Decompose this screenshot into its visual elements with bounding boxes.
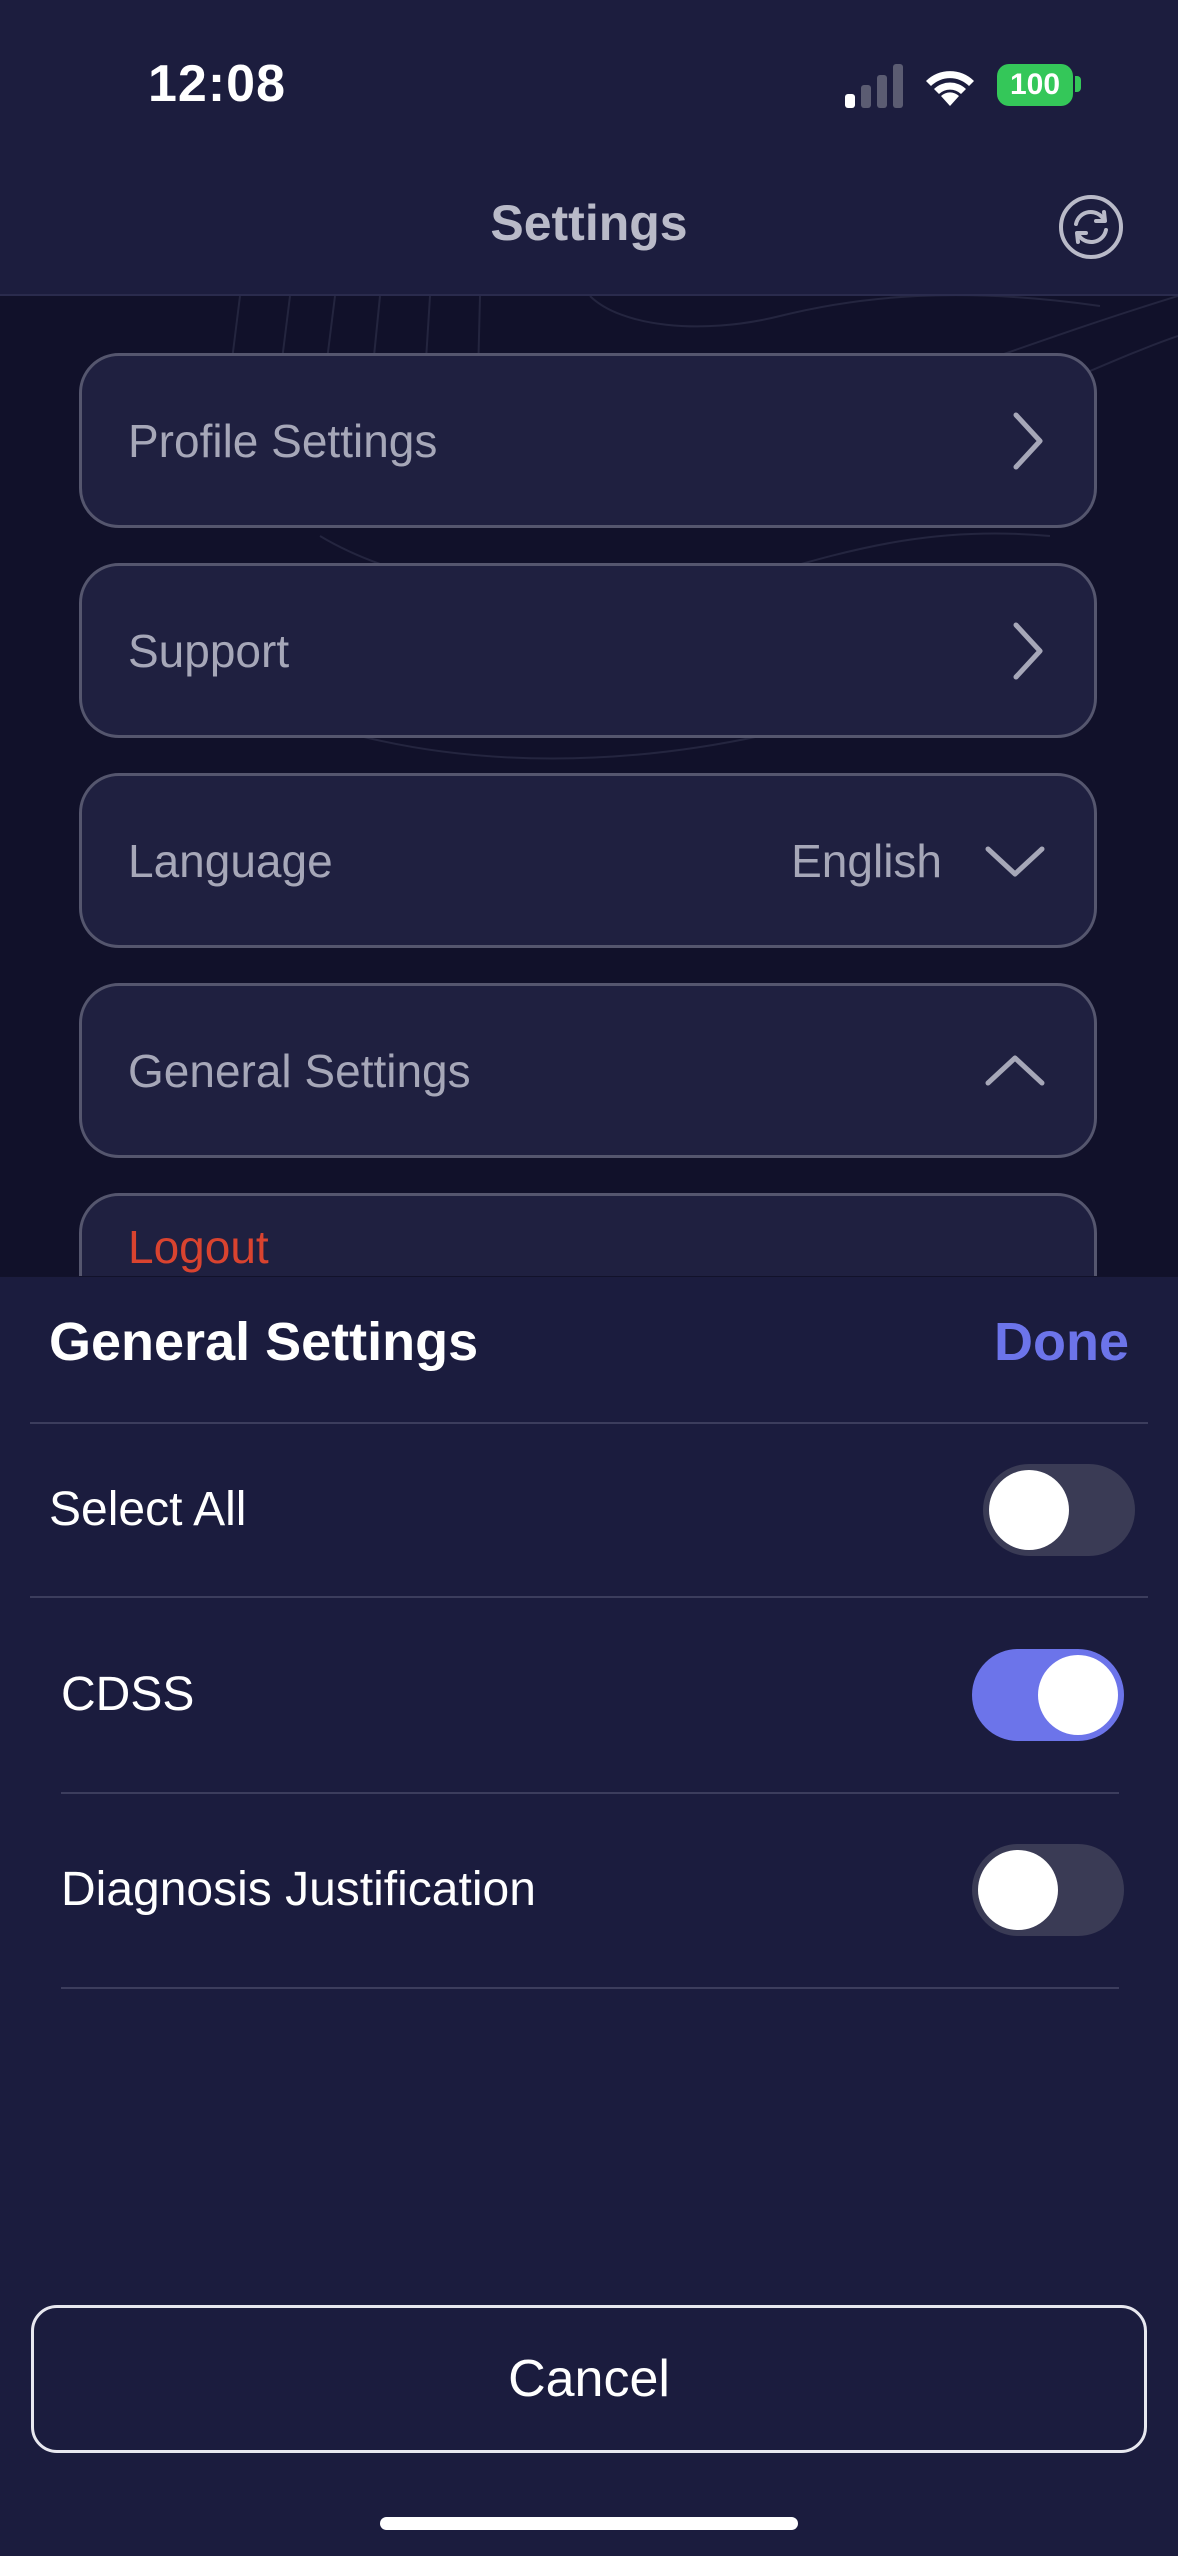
cellular-signal-icon [845, 64, 903, 108]
battery-nub [1075, 76, 1081, 92]
cancel-button[interactable]: Cancel [31, 2305, 1147, 2453]
support-label: Support [128, 624, 290, 677]
profile-settings-item[interactable]: Profile Settings [79, 353, 1097, 528]
diagnosis-justification-toggle[interactable] [972, 1844, 1124, 1936]
status-time: 12:08 [148, 55, 286, 113]
support-item[interactable]: Support [79, 563, 1097, 738]
divider [30, 1422, 1148, 1424]
chevron-right-icon [1013, 622, 1043, 679]
divider [61, 1792, 1119, 1794]
divider [30, 1596, 1148, 1598]
page-title: Settings [490, 195, 688, 251]
toggle-knob [978, 1850, 1058, 1930]
chevron-up-icon [985, 1055, 1045, 1085]
home-indicator [380, 2517, 798, 2530]
chevron-down-icon [985, 846, 1045, 876]
status-bar: 12:08 100 [0, 0, 1178, 170]
chevron-right-icon [1013, 412, 1043, 469]
sheet-title: General Settings [49, 1312, 479, 1372]
done-button[interactable]: Done [994, 1311, 1129, 1373]
nav-bar: Settings [0, 170, 1178, 296]
language-value: English [791, 834, 942, 887]
toggle-knob [1038, 1655, 1118, 1735]
settings-screen: 12:08 100 Settings Profile Settings Supp… [0, 0, 1178, 2556]
toggle-knob [989, 1470, 1069, 1550]
refresh-icon[interactable] [1058, 194, 1124, 260]
battery-icon: 100 [997, 64, 1073, 106]
settings-list: Profile Settings Support Language Englis… [0, 296, 1178, 1276]
profile-settings-label: Profile Settings [128, 414, 438, 467]
language-item[interactable]: Language English [79, 773, 1097, 948]
language-label: Language [128, 834, 333, 887]
cdss-toggle[interactable] [972, 1649, 1124, 1741]
logout-item[interactable]: Logout [79, 1193, 1097, 1276]
divider [61, 1987, 1119, 1989]
general-settings-label: General Settings [128, 1044, 471, 1097]
diagnosis-justification-label: Diagnosis Justification [61, 1863, 536, 1916]
logout-label: Logout [128, 1221, 269, 1273]
general-settings-sheet: General Settings Done Select All CDSS Di… [0, 1277, 1178, 2556]
select-all-label: Select All [49, 1483, 247, 1536]
cdss-label: CDSS [61, 1668, 195, 1721]
general-settings-item[interactable]: General Settings [79, 983, 1097, 1158]
wifi-icon [926, 71, 974, 106]
select-all-toggle[interactable] [983, 1464, 1135, 1556]
